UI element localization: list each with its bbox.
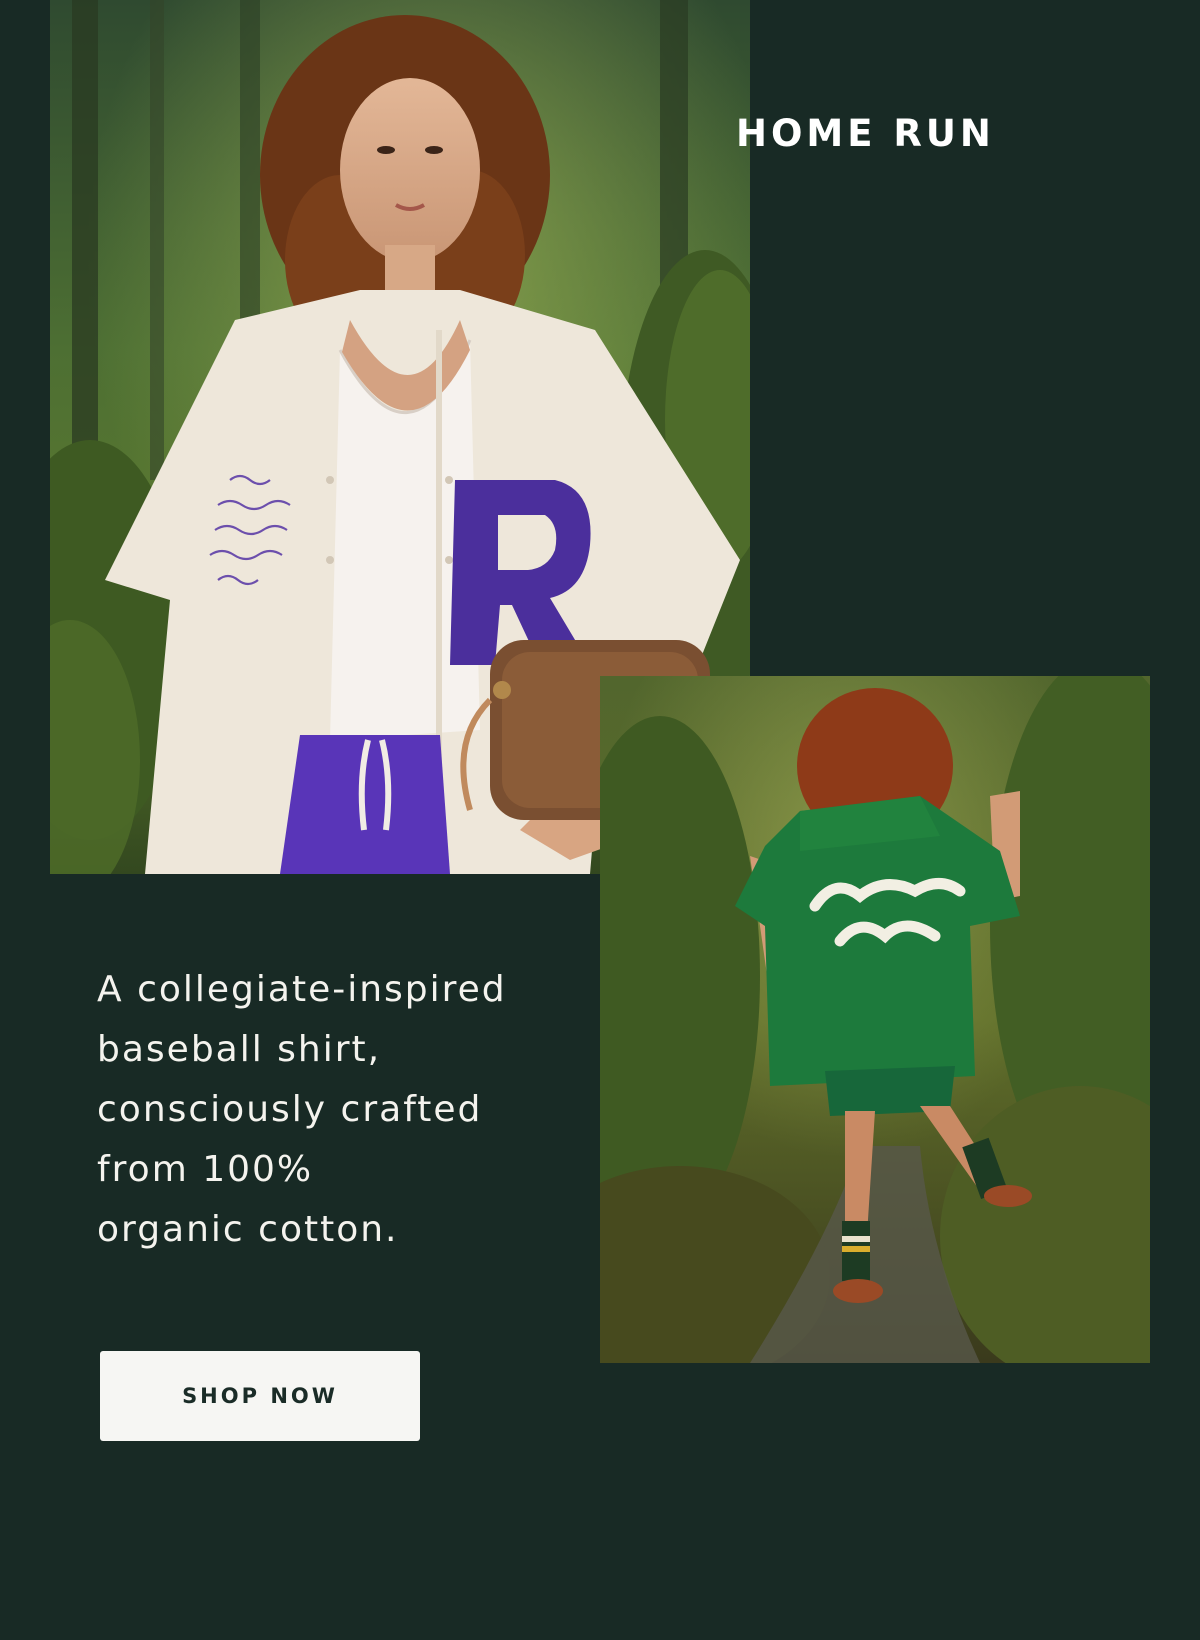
secondary-photo-green-jersey-back: [600, 676, 1150, 1363]
description-line: baseball shirt,: [97, 1029, 382, 1070]
description-line: A collegiate-inspired: [97, 969, 507, 1010]
description-line: consciously crafted: [97, 1089, 483, 1130]
description-line: from 100%: [97, 1149, 314, 1190]
shop-now-button[interactable]: SHOP NOW: [100, 1351, 420, 1441]
secondary-photo-illustration: [600, 676, 1150, 1363]
product-description: A collegiate-inspired baseball shirt, co…: [97, 960, 567, 1260]
section-headline: HOME RUN: [736, 112, 995, 155]
description-line: organic cotton.: [97, 1209, 399, 1250]
